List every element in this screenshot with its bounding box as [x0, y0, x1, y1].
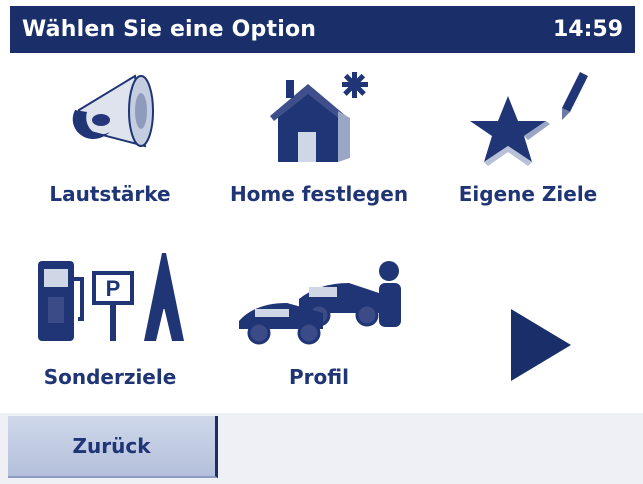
favorites-star-pen-icon [470, 72, 588, 166]
title-bar: Wählen Sie eine Option 14:59 [10, 6, 635, 53]
clock: 14:59 [552, 17, 623, 42]
page-title: Wählen Sie eine Option [22, 17, 317, 42]
poi-icon: P [38, 253, 184, 341]
play-right-arrow-icon[interactable] [505, 305, 575, 385]
speaker-icon [72, 74, 154, 148]
option-label: Lautstärke [49, 182, 171, 206]
option-label: Eigene Ziele [458, 182, 598, 206]
option-favorites[interactable]: Eigene Ziele [428, 62, 628, 212]
profile-cars-icon [239, 261, 401, 345]
option-volume[interactable]: Lautstärke [10, 62, 210, 212]
menu-screen: Wählen Sie eine Option 14:59 Lautstärke [0, 0, 643, 484]
svg-text:P: P [106, 276, 121, 301]
home-star-icon [270, 72, 368, 162]
option-set-home[interactable]: Home festlegen [219, 62, 419, 212]
option-label: Profil [289, 365, 349, 389]
option-poi[interactable]: P Sonderziele [10, 245, 210, 395]
option-label: Home festlegen [229, 182, 409, 206]
option-label: Sonderziele [43, 365, 177, 389]
option-profile[interactable]: Profil [219, 245, 419, 395]
back-button[interactable]: Zurück [8, 416, 218, 478]
